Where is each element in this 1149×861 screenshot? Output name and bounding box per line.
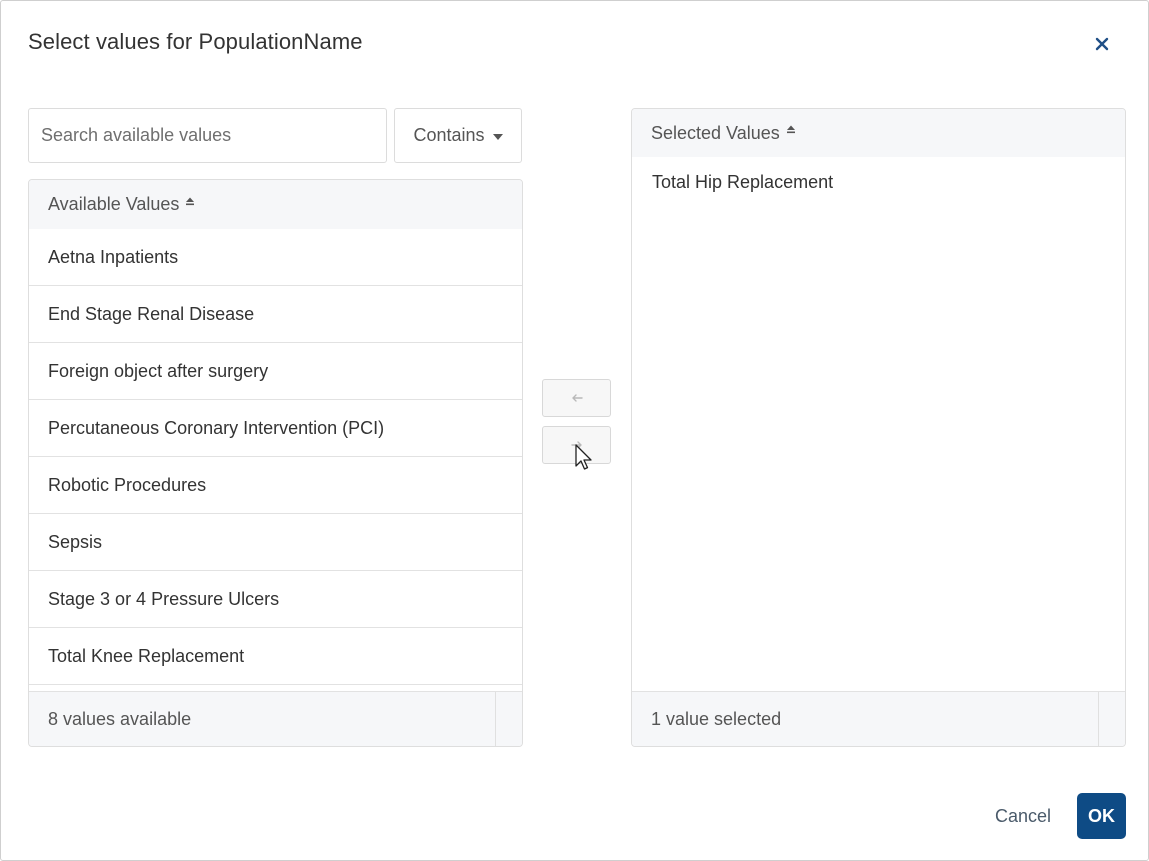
selected-count: 1 value selected — [651, 708, 782, 729]
move-left-button[interactable] — [542, 379, 611, 417]
available-values-list: Aetna Inpatients End Stage Renal Disease… — [29, 229, 522, 685]
sort-up-icon — [786, 125, 795, 134]
arrow-right-icon — [570, 441, 582, 449]
move-right-button[interactable] — [542, 426, 611, 464]
footer-divider — [1098, 692, 1099, 746]
list-item[interactable]: Robotic Procedures — [29, 457, 522, 514]
available-values-header-label: Available Values — [48, 194, 180, 214]
selected-values-header[interactable]: Selected Values — [632, 109, 1125, 157]
list-item[interactable]: Total Hip Replacement — [632, 157, 1125, 207]
footer-divider — [495, 692, 496, 746]
list-item[interactable]: Percutaneous Coronary Intervention (PCI) — [29, 400, 522, 457]
list-item[interactable]: Stage 3 or 4 Pressure Ulcers — [29, 571, 522, 628]
available-values-header[interactable]: Available Values — [29, 180, 522, 229]
selected-values-header-label: Selected Values — [651, 122, 780, 143]
available-values-panel: Available Values Aetna Inpatients End St… — [28, 179, 523, 747]
sort-up-icon — [186, 197, 195, 205]
selected-values-list: Total Hip Replacement — [632, 157, 1125, 207]
match-mode-label: Contains — [413, 125, 485, 145]
list-item[interactable]: Aetna Inpatients — [29, 229, 522, 286]
selected-values-footer: 1 value selected — [632, 691, 1125, 746]
list-item[interactable]: Foreign object after surgery — [29, 343, 522, 400]
list-item[interactable]: Sepsis — [29, 514, 522, 571]
search-input[interactable] — [28, 108, 387, 163]
close-button[interactable] — [1089, 31, 1115, 57]
cancel-button[interactable]: Cancel — [984, 794, 1062, 838]
select-values-dialog: Select values for PopulationName Contain… — [0, 0, 1149, 861]
arrow-left-icon — [571, 394, 583, 402]
selected-values-panel: Selected Values Total Hip Replacement 1 … — [631, 108, 1126, 747]
close-icon — [1095, 37, 1109, 51]
dialog-title: Select values for PopulationName — [28, 29, 363, 54]
available-count: 8 values available — [48, 708, 192, 729]
caret-down-icon — [492, 133, 503, 140]
list-item[interactable]: End Stage Renal Disease — [29, 286, 522, 343]
match-mode-dropdown[interactable]: Contains — [394, 108, 522, 163]
ok-button[interactable]: OK — [1077, 793, 1126, 839]
list-item[interactable]: Total Knee Replacement — [29, 628, 522, 685]
available-values-footer: 8 values available — [29, 691, 522, 746]
